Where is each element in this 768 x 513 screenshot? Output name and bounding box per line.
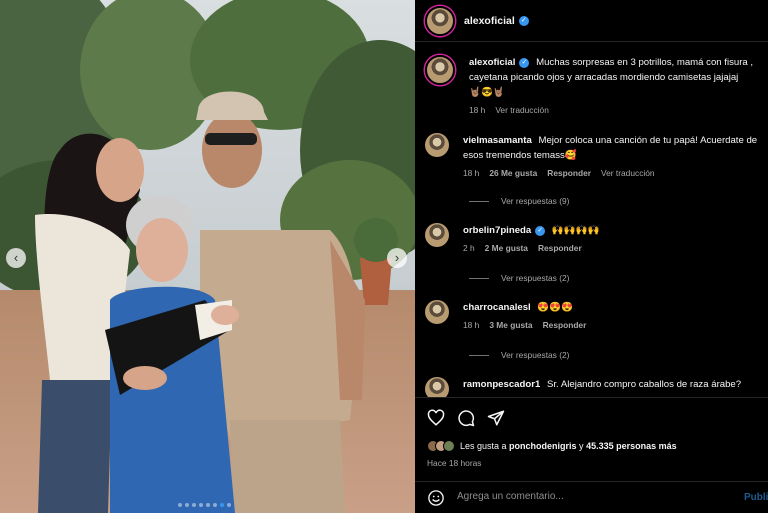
commenter-avatar[interactable]	[425, 300, 449, 324]
chevron-left-icon: ‹	[13, 250, 19, 265]
carousel-dot	[206, 503, 210, 507]
comment-text: 🙌🙌🙌🙌	[551, 225, 600, 236]
comment-item: vielmasamanta Mejor coloca una canción d…	[425, 133, 768, 181]
carousel-dot	[185, 503, 189, 507]
view-replies-button[interactable]: Ver respuestas (2)	[469, 273, 569, 283]
carousel-dot	[213, 503, 217, 507]
comment-translate-link[interactable]: Ver traducción	[601, 166, 655, 181]
chevron-right-icon: ›	[394, 250, 400, 265]
comment-likes[interactable]: 26 Me gusta	[489, 166, 537, 181]
carousel-dot	[199, 503, 203, 507]
comment-bubble-icon[interactable]	[457, 409, 475, 427]
author-avatar[interactable]	[425, 5, 455, 36]
comment-item: orbelin7pineda ✓ 🙌🙌🙌🙌 2 h 2 Me gusta Resp…	[425, 223, 768, 256]
carousel-dot	[178, 503, 182, 507]
caption: alexoficial ✓ Muchas sorpresas en 3 potri…	[425, 55, 768, 118]
comment-text: 😍😍😍	[537, 302, 574, 313]
comments-list[interactable]: alexoficial ✓ Muchas sorpresas en 3 potri…	[415, 43, 768, 398]
publish-button[interactable]: Publicar	[744, 492, 768, 503]
verified-badge-icon: ✓	[535, 226, 546, 236]
author-username[interactable]: alexoficial	[464, 15, 515, 27]
caption-avatar[interactable]	[425, 55, 455, 85]
post-timestamp: Hace 18 horas	[427, 458, 482, 468]
comment-text: Sr. Alejandro compro caballos de raza ár…	[546, 379, 742, 390]
commenter-avatar[interactable]	[425, 223, 449, 247]
commenter-avatar[interactable]	[425, 377, 449, 398]
comment-time: 18 h	[463, 320, 480, 330]
likes-count[interactable]: 45.335 personas más	[586, 441, 677, 451]
post-header: alexoficial ✓	[415, 0, 768, 42]
comment-time: 2 h	[463, 243, 475, 253]
carousel-dot	[192, 503, 196, 507]
verified-badge-icon: ✓	[519, 58, 530, 68]
caption-emojis: 🤘🏽😎🤘🏽	[469, 87, 505, 98]
liker-avatar	[443, 440, 455, 452]
liker-username[interactable]: ponchodenigris	[509, 441, 577, 451]
post-sidebar: alexoficial ✓ alexoficial ✓ Muchas sorpre…	[415, 0, 768, 513]
carousel-prev-button[interactable]: ‹	[6, 248, 26, 268]
comment-author[interactable]: charrocanalesl	[463, 302, 531, 313]
commenter-avatar[interactable]	[425, 133, 449, 157]
comment-item: ramonpescador1 Sr. Alejandro compro caba…	[425, 377, 768, 398]
add-comment-bar: Publicar	[415, 481, 768, 513]
comment-likes[interactable]: 3 Me gusta	[489, 318, 532, 333]
caption-translate-link[interactable]: Ver traducción	[495, 103, 549, 118]
smiley-icon[interactable]	[427, 489, 445, 507]
comment-author[interactable]: ramonpescador1	[463, 379, 540, 390]
carousel-next-button[interactable]: ›	[387, 248, 407, 268]
post-photo[interactable]: ‹ ›	[0, 0, 415, 513]
carousel-dot	[220, 503, 224, 507]
carousel-dot	[227, 503, 231, 507]
caption-time: 18 h	[469, 105, 486, 115]
post-actions	[415, 397, 768, 437]
comment-reply-button[interactable]: Responder	[543, 318, 587, 333]
view-replies-button[interactable]: Ver respuestas (9)	[469, 196, 569, 206]
verified-badge-icon: ✓	[518, 15, 529, 26]
paper-plane-icon[interactable]	[487, 409, 505, 427]
comment-likes[interactable]: 2 Me gusta	[485, 241, 528, 256]
comment-reply-button[interactable]: Responder	[547, 166, 591, 181]
comment-item: charrocanalesl 😍😍😍 18 h 3 Me gusta Respo…	[425, 300, 768, 333]
carousel-indicator	[178, 503, 231, 507]
comment-reply-button[interactable]: Responder	[538, 241, 582, 256]
comment-author[interactable]: orbelin7pineda	[463, 225, 531, 236]
comment-time: 18 h	[463, 168, 480, 178]
likes-summary[interactable]: Les gusta a ponchodenigris y 45.335 pers…	[427, 440, 677, 452]
caption-author[interactable]: alexoficial	[469, 57, 515, 68]
post-image	[0, 0, 415, 513]
heart-icon[interactable]	[427, 409, 445, 427]
comment-input[interactable]	[457, 491, 727, 502]
comment-author[interactable]: vielmasamanta	[463, 135, 532, 146]
view-replies-button[interactable]: Ver respuestas (2)	[469, 350, 569, 360]
